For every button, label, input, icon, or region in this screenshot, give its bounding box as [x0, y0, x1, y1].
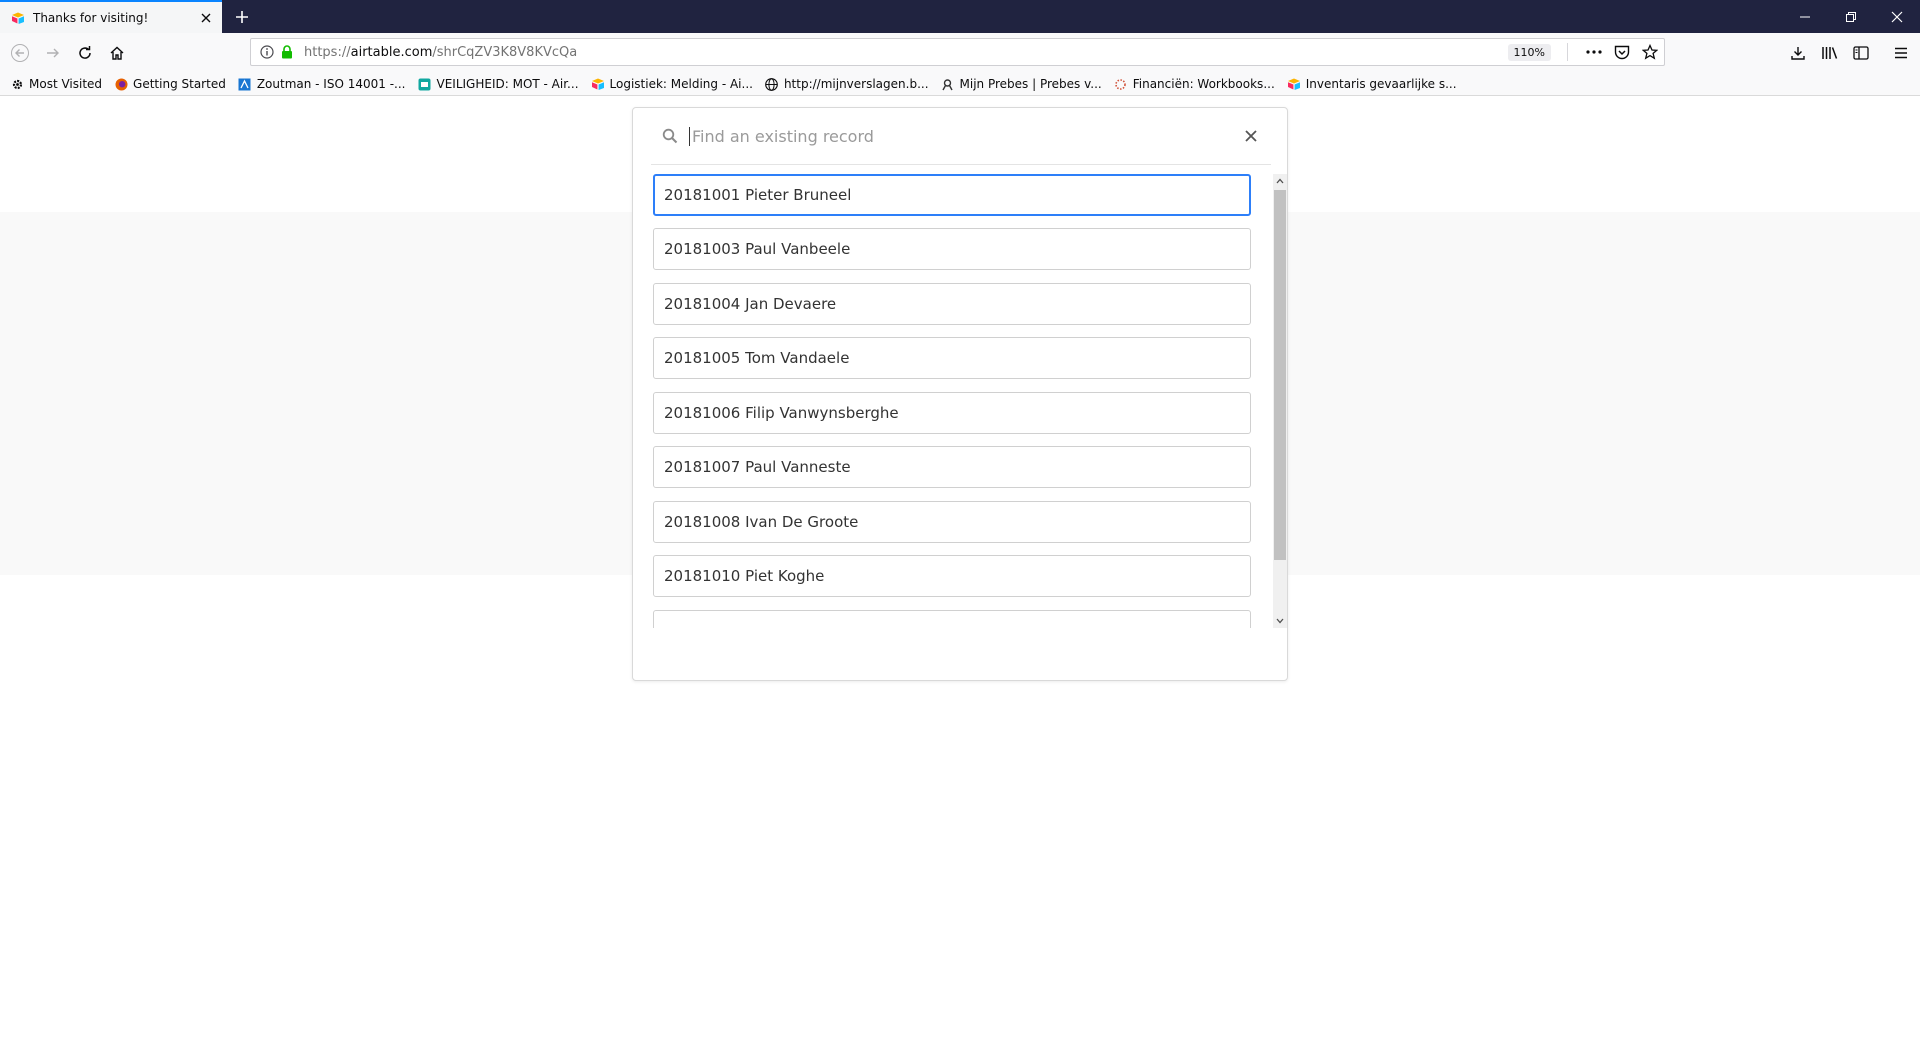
zoom-indicator[interactable]: 110% — [1507, 43, 1551, 61]
bookmark-label: Inventaris gevaarlijke s... — [1305, 77, 1457, 91]
record-list-scrollbar[interactable] — [1273, 174, 1287, 628]
record-search-bar — [651, 108, 1271, 165]
bookmark-label: Most Visited — [29, 77, 103, 91]
url-separator — [1567, 43, 1568, 61]
downloads-icon[interactable] — [1783, 38, 1813, 68]
tab-title: Thanks for visiting! — [33, 10, 149, 25]
gear-icon — [10, 77, 24, 91]
record-item[interactable] — [653, 610, 1251, 628]
bookmark-label: Logistiek: Melding - Ai... — [609, 77, 753, 91]
bookmark-item[interactable]: Getting Started — [114, 77, 226, 91]
record-item[interactable]: 20181004 Jan Devaere — [653, 283, 1251, 325]
scroll-thumb[interactable] — [1274, 190, 1286, 560]
bookmark-item[interactable]: Most Visited — [10, 77, 102, 91]
reload-icon[interactable] — [70, 38, 100, 68]
record-item[interactable]: 20181005 Tom Vandaele — [653, 337, 1251, 379]
record-label: 20181005 Tom Vandaele — [664, 349, 850, 367]
bookmarks-toolbar: Most Visited Getting Started Zoutman - I… — [0, 73, 1920, 96]
search-icon — [657, 123, 683, 149]
site-icon — [941, 77, 955, 91]
bookmark-item[interactable]: Inventaris gevaarlijke s... — [1287, 77, 1457, 91]
scroll-down-icon[interactable] — [1273, 614, 1287, 628]
record-item[interactable]: 20181007 Paul Vanneste — [653, 446, 1251, 488]
bookmark-label: Zoutman - ISO 14001 -... — [256, 77, 406, 91]
record-item[interactable]: 20181003 Paul Vanbeele — [653, 228, 1251, 270]
bookmark-star-icon[interactable] — [1636, 40, 1664, 64]
forward-icon[interactable] — [38, 38, 68, 68]
scroll-up-icon[interactable] — [1273, 174, 1287, 188]
airtable-icon — [591, 77, 605, 91]
bookmark-label: http://mijnverslagen.b... — [783, 77, 929, 91]
record-picker-dialog: 20181001 Pieter Bruneel 20181003 Paul Va… — [632, 107, 1288, 681]
bookmark-label: VEILIGHEID: MOT - Air... — [436, 77, 579, 91]
record-item[interactable]: 20181008 Ivan De Groote — [653, 501, 1251, 543]
restore-icon[interactable] — [1828, 0, 1874, 33]
pocket-icon[interactable] — [1608, 40, 1636, 64]
record-label: 20181006 Filip Vanwynsberghe — [664, 404, 899, 422]
tab-close-icon[interactable] — [194, 6, 218, 30]
firefox-icon — [114, 77, 128, 91]
page-content: 20181001 Pieter Bruneel 20181003 Paul Va… — [0, 97, 1920, 1040]
record-label: 20181001 Pieter Bruneel — [664, 186, 852, 204]
record-item[interactable]: 20181001 Pieter Bruneel — [653, 174, 1251, 216]
url-bar[interactable]: https://airtable.com/shrCqZV3K8V8KVcQa 1… — [250, 38, 1665, 66]
bookmark-item[interactable]: VEILIGHEID: MOT - Air... — [418, 77, 579, 91]
record-search-input[interactable] — [689, 126, 1237, 146]
url-text[interactable]: https://airtable.com/shrCqZV3K8V8KVcQa — [304, 45, 1508, 60]
bookmark-label: Financiën: Workbooks... — [1132, 77, 1275, 91]
bookmark-label: Mijn Prebes | Prebes v... — [959, 77, 1102, 91]
record-label: 20181007 Paul Vanneste — [664, 458, 851, 476]
url-path: /shrCqZV3K8V8KVcQa — [432, 44, 578, 60]
site-icon — [418, 77, 432, 91]
bookmark-item[interactable]: Financiën: Workbooks... — [1114, 77, 1275, 91]
record-item[interactable]: 20181006 Filip Vanwynsberghe — [653, 392, 1251, 434]
record-label: 20181003 Paul Vanbeele — [664, 240, 851, 258]
bookmark-item[interactable]: Zoutman - ISO 14001 -... — [238, 77, 406, 91]
record-label: 20181010 Piet Koghe — [664, 567, 825, 585]
back-icon[interactable] — [5, 38, 35, 68]
site-icon — [1114, 77, 1128, 91]
url-host: airtable.com — [350, 44, 433, 60]
bookmark-item[interactable]: Logistiek: Melding - Ai... — [591, 77, 753, 91]
record-label: 20181004 Jan Devaere — [664, 295, 837, 313]
home-icon[interactable] — [102, 38, 132, 68]
navigation-bar: https://airtable.com/shrCqZV3K8V8KVcQa 1… — [0, 33, 1920, 73]
site-icon — [238, 77, 252, 91]
globe-icon — [765, 77, 779, 91]
library-icon[interactable] — [1815, 38, 1845, 68]
record-list: 20181001 Pieter Bruneel 20181003 Paul Va… — [653, 174, 1273, 628]
new-tab-button[interactable] — [228, 3, 256, 31]
close-window-icon[interactable] — [1874, 0, 1920, 33]
bookmark-label: Getting Started — [133, 77, 226, 91]
bookmark-item[interactable]: Mijn Prebes | Prebes v... — [941, 77, 1102, 91]
sidebar-icon[interactable] — [1846, 38, 1876, 68]
bookmark-item[interactable]: http://mijnverslagen.b... — [765, 77, 929, 91]
menu-icon[interactable] — [1886, 38, 1916, 68]
info-icon[interactable] — [256, 41, 278, 63]
record-label: 20181008 Ivan De Groote — [664, 513, 859, 531]
url-prefix: https:// — [304, 44, 351, 60]
lock-icon[interactable] — [278, 43, 296, 61]
tab-strip: Thanks for visiting! — [0, 0, 1920, 33]
record-item[interactable]: 20181010 Piet Koghe — [653, 555, 1251, 597]
airtable-favicon-icon — [10, 10, 26, 26]
browser-tab[interactable]: Thanks for visiting! — [0, 0, 222, 33]
close-icon[interactable] — [1237, 122, 1265, 150]
page-actions-icon[interactable] — [1580, 40, 1608, 64]
minimize-icon[interactable] — [1782, 0, 1828, 33]
airtable-icon — [1287, 77, 1301, 91]
